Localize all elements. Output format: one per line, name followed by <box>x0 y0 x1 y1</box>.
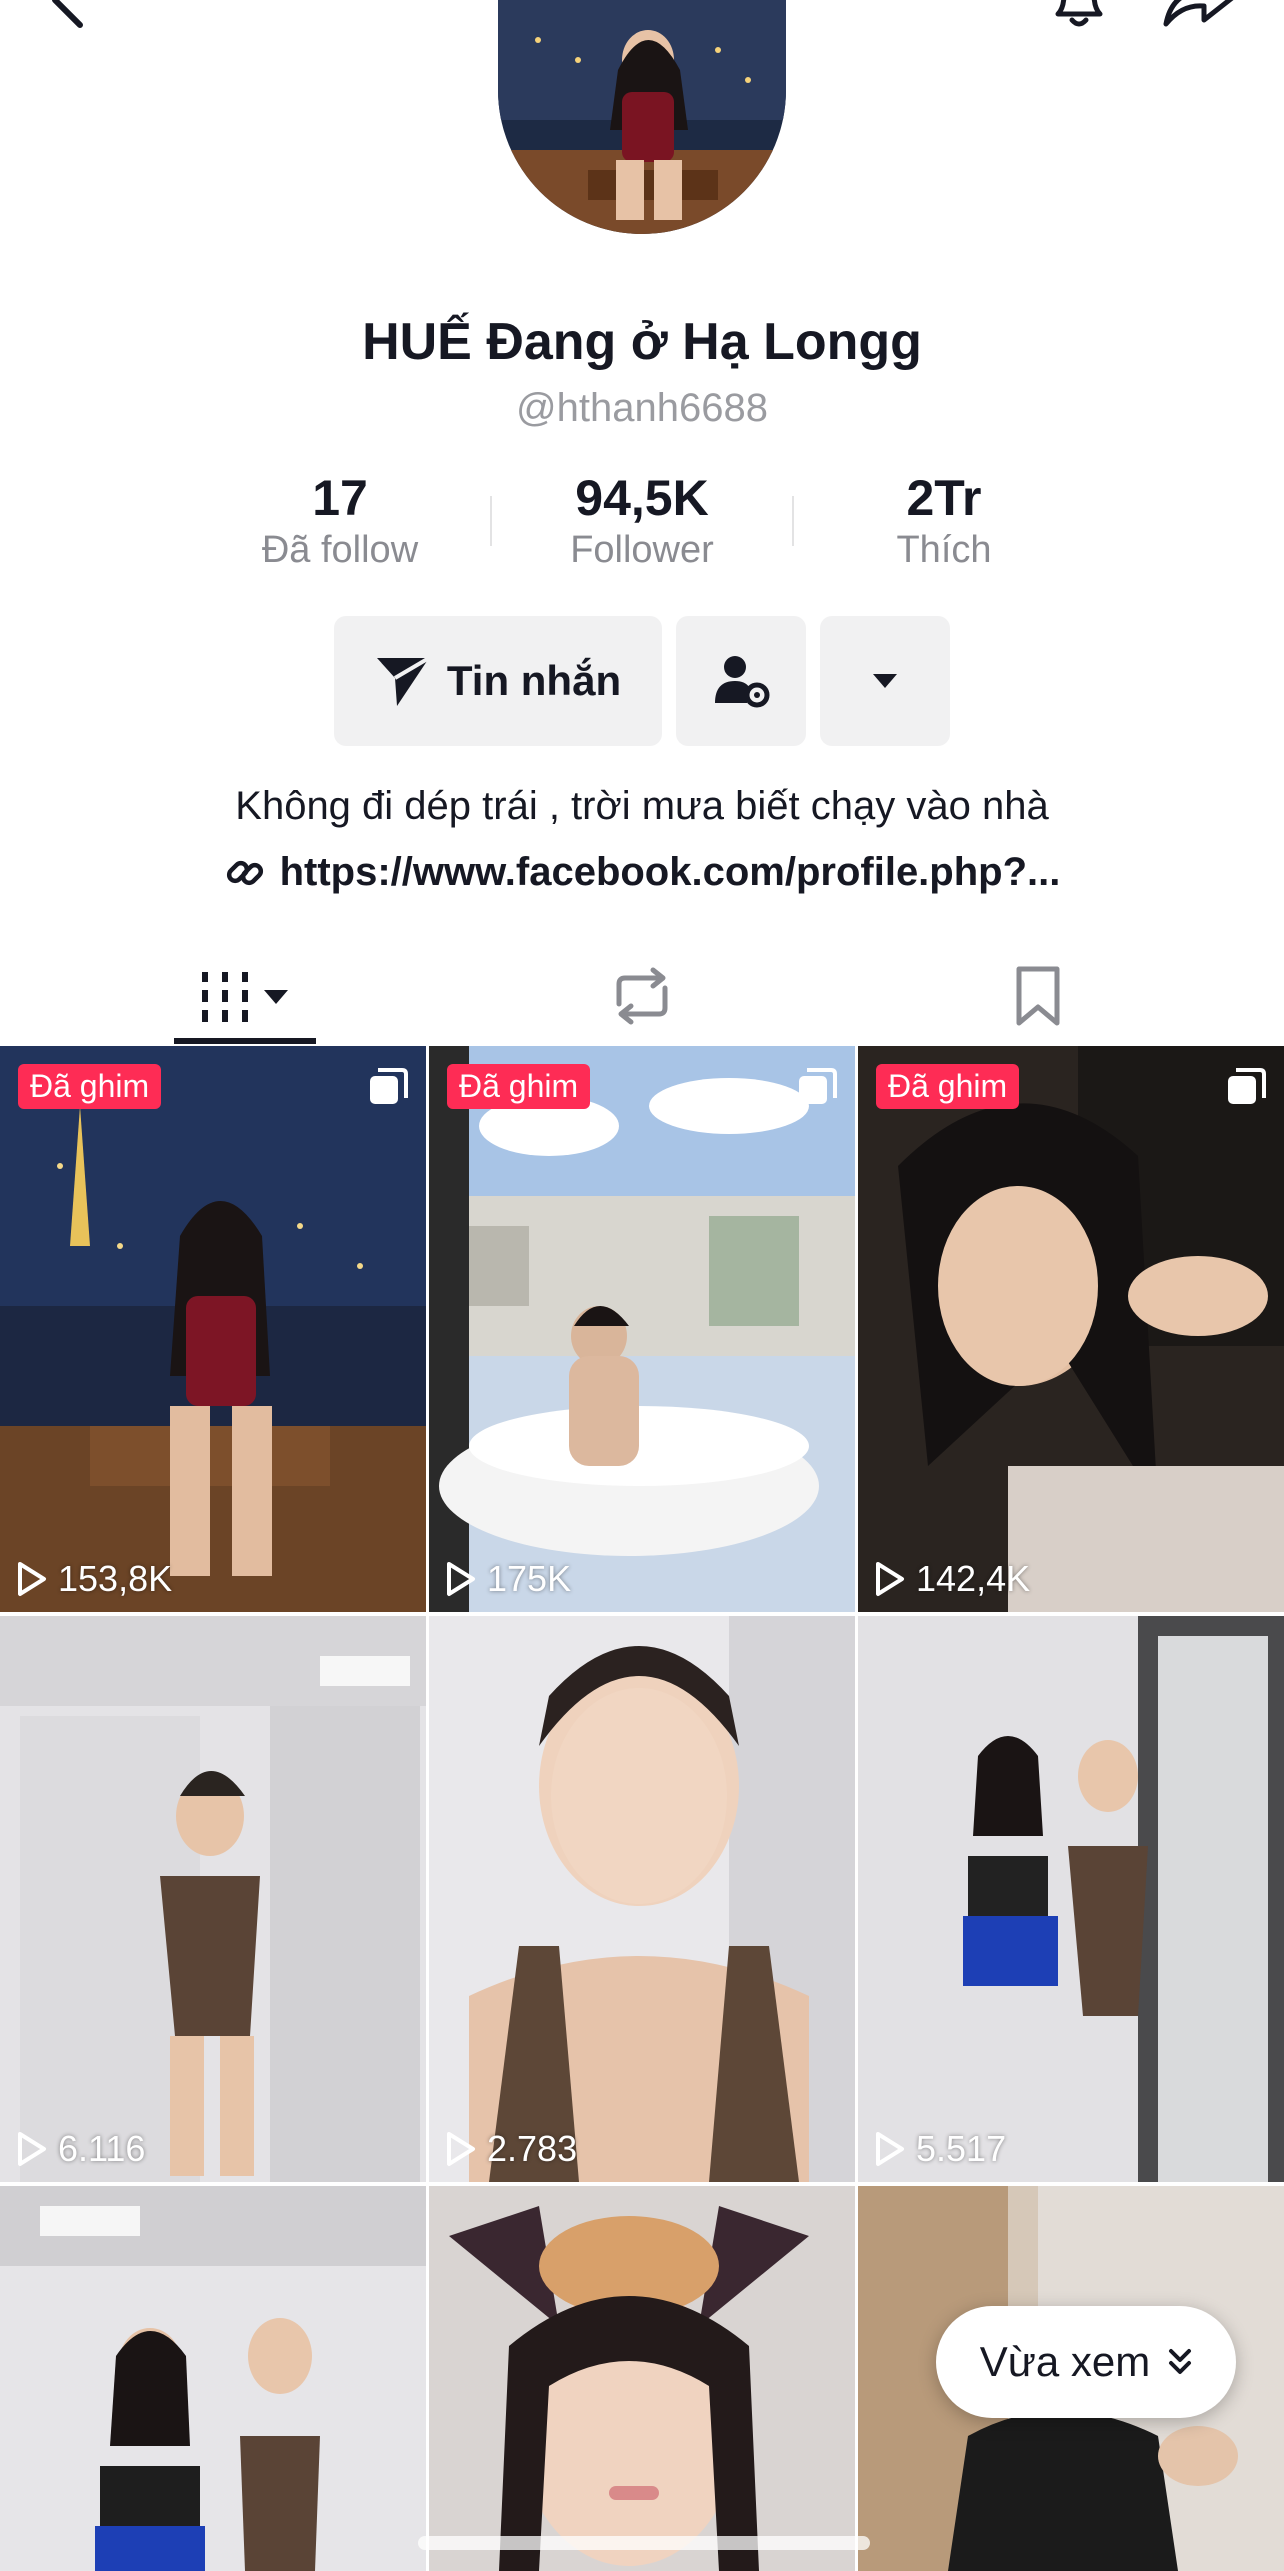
link-icon <box>226 860 263 885</box>
view-count-text: 153,8K <box>58 1558 173 1599</box>
multi-photo-icon <box>1228 1068 1266 1104</box>
stat-likes[interactable]: 2Tr Thích <box>794 470 1094 574</box>
stat-followers[interactable]: 94,5K Follower <box>492 470 792 574</box>
pinned-badge: Đã ghim <box>876 1064 1020 1109</box>
caret-down-icon <box>873 674 897 688</box>
bell-icon[interactable] <box>1044 0 1114 32</box>
pinned-badge: Đã ghim <box>447 1064 591 1109</box>
followers-label: Follower <box>570 529 714 571</box>
multi-photo-icon <box>370 1068 408 1104</box>
recently-watched-label: Vừa xem <box>979 2338 1151 2385</box>
tab-reposts[interactable] <box>572 946 712 1046</box>
profile-stats: 17 Đã follow 94,5K Follower 2Tr Thích <box>190 470 1094 580</box>
play-icon <box>18 2132 46 2166</box>
play-icon <box>876 1562 904 1596</box>
pinned-badge: Đã ghim <box>18 1064 162 1109</box>
video-thumbnail <box>0 2186 426 2571</box>
play-icon <box>18 1562 46 1596</box>
video-tile[interactable]: 5.517 <box>858 1616 1284 2182</box>
view-count-text: 142,4K <box>916 1558 1031 1599</box>
message-label: Tin nhắn <box>446 657 622 704</box>
grid-icon <box>202 972 288 1022</box>
stat-following[interactable]: 17 Đã follow <box>190 470 490 574</box>
video-tile[interactable] <box>0 2186 426 2571</box>
link-text: https://www.facebook.com/profile.php?... <box>279 850 1061 894</box>
active-tab-indicator <box>174 1038 316 1044</box>
double-chevron-down-icon <box>1169 2349 1192 2374</box>
video-thumbnail <box>429 1046 855 1612</box>
recently-watched-button[interactable]: Vừa xem <box>936 2306 1236 2418</box>
view-count-text: 175K <box>487 1558 572 1599</box>
profile-link[interactable]: https://www.facebook.com/profile.php?... <box>0 850 1284 895</box>
repost-icon <box>616 967 668 1025</box>
video-thumbnail <box>0 1616 426 2182</box>
more-options-button[interactable] <box>820 616 950 746</box>
followers-count: 94,5K <box>575 470 709 526</box>
likes-label: Thích <box>896 529 992 571</box>
avatar[interactable] <box>498 0 786 234</box>
video-thumbnail <box>858 1616 1284 2182</box>
username: @hthanh6688 <box>516 386 768 430</box>
view-count: 6.116 <box>16 2128 145 2170</box>
content-tabs <box>0 946 1284 1046</box>
video-thumbnail <box>429 1616 855 2182</box>
view-count-text: 2.783 <box>487 2128 578 2169</box>
message-button[interactable]: Tin nhắn <box>334 616 662 746</box>
video-tile[interactable] <box>429 2186 855 2571</box>
view-count: 153,8K <box>16 1558 172 1600</box>
play-icon <box>447 1562 475 1596</box>
video-thumbnail <box>858 1046 1284 1612</box>
home-indicator <box>418 2536 870 2550</box>
video-tile[interactable]: 2.783 <box>429 1616 855 2182</box>
view-count-text: 6.116 <box>58 2128 146 2169</box>
video-thumbnail <box>0 1046 426 1612</box>
view-count: 5.517 <box>874 2128 1006 2170</box>
user-gear-icon <box>715 656 770 708</box>
video-tile[interactable]: Đã ghim 153,8K <box>0 1046 426 1612</box>
tab-saved[interactable] <box>968 946 1108 1046</box>
view-count-text: 5.517 <box>916 2128 1007 2169</box>
likes-count: 2Tr <box>906 470 982 526</box>
display-name: HUẾ Đang ở Hạ Longg <box>362 313 922 371</box>
view-count: 175K <box>445 1558 571 1600</box>
send-icon <box>376 656 430 706</box>
video-tile[interactable]: Đã ghim 175K <box>429 1046 855 1612</box>
following-count: 17 <box>312 470 368 526</box>
video-tile[interactable]: Đã ghim 142,4K <box>858 1046 1284 1612</box>
play-icon <box>447 2132 475 2166</box>
view-count: 142,4K <box>874 1558 1030 1600</box>
view-count: 2.783 <box>445 2128 577 2170</box>
multi-photo-icon <box>799 1068 837 1104</box>
video-thumbnail <box>429 2186 855 2571</box>
back-arrow-icon[interactable] <box>40 0 100 30</box>
following-label: Đã follow <box>261 529 419 571</box>
tab-videos[interactable] <box>176 946 316 1046</box>
share-icon[interactable] <box>1158 0 1238 32</box>
video-tile[interactable]: 6.116 <box>0 1616 426 2182</box>
bookmark-icon <box>1016 966 1060 1026</box>
friend-settings-button[interactable] <box>676 616 806 746</box>
bio-text: Không đi dép trái , trời mưa biết chạy v… <box>235 784 1049 828</box>
play-icon <box>876 2132 904 2166</box>
